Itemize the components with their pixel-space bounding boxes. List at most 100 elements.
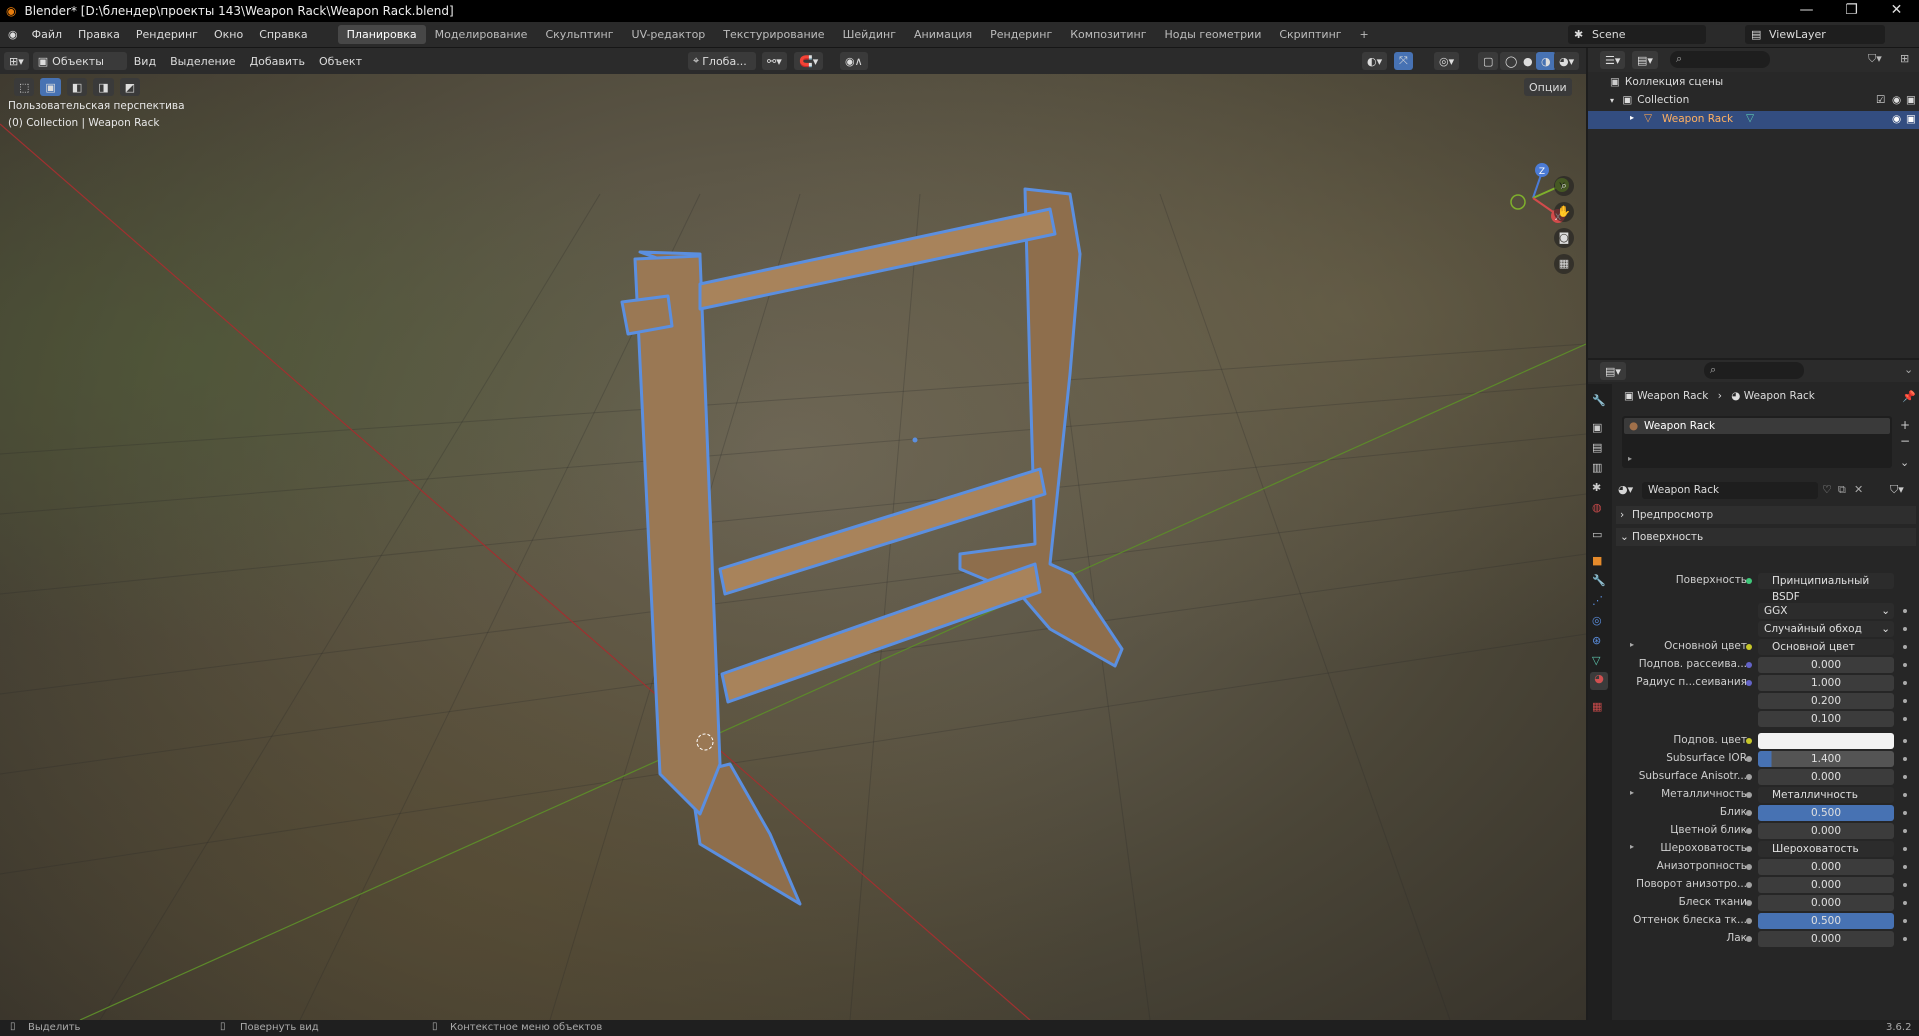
properties-editor-type-icon[interactable]: ▤▾ [1600, 362, 1626, 380]
shader-input-field[interactable]: 0.000 [1758, 657, 1894, 673]
keyframe-dot[interactable] [1903, 937, 1907, 941]
shader-input-field[interactable]: 0.000 [1758, 769, 1894, 785]
keyframe-dot[interactable] [1903, 627, 1907, 631]
zoom-icon[interactable]: ⌕ [1554, 176, 1574, 196]
visibility-icon[interactable]: ◐▾ [1362, 52, 1388, 70]
socket-icon[interactable] [1746, 900, 1752, 906]
snap-icon[interactable]: 🧲▾ [794, 52, 824, 70]
select-intersect-icon[interactable]: ◩ [119, 78, 141, 96]
select-tool-icon[interactable]: ⬚ [14, 78, 35, 96]
camera-icon[interactable]: ◙ [1554, 228, 1574, 248]
keyframe-dot[interactable] [1903, 883, 1907, 887]
tab-texture-paint[interactable]: Текстурирование [714, 25, 833, 44]
menu-select[interactable]: Выделение [170, 55, 236, 68]
slot-specials-icon[interactable]: ⌄ [1900, 456, 1909, 469]
weapon-rack-row[interactable]: ▸ ▽ Weapon Rack ▽ ◉ ▣ [1588, 111, 1919, 129]
material-browse-icon[interactable]: ◕▾ [1618, 483, 1633, 496]
tab-animation[interactable]: Анимация [905, 25, 981, 44]
socket-icon[interactable] [1746, 918, 1752, 924]
proportional-edit-icon[interactable]: ◉∧ [840, 52, 868, 70]
shader-input-field[interactable]: 1.400 [1758, 751, 1894, 767]
preview-panel-header[interactable]: › Предпросмотр [1616, 506, 1916, 524]
collection-tab-icon[interactable]: ▭ [1592, 528, 1602, 541]
menu-window[interactable]: Окно [206, 28, 251, 41]
eye-icon[interactable]: ◉ [1892, 113, 1901, 125]
tab-rendering[interactable]: Рендеринг [981, 25, 1061, 44]
output-tab-icon[interactable]: ▤ [1592, 441, 1602, 454]
keyframe-dot[interactable] [1903, 699, 1907, 703]
orientation-selector[interactable]: ⌖ Глоба... [688, 52, 756, 70]
shader-input-field[interactable]: Металличность [1758, 787, 1894, 803]
object-tab-icon[interactable]: ■ [1592, 554, 1602, 567]
shader-input-field[interactable]: 0.500 [1758, 913, 1894, 929]
menu-help[interactable]: Справка [251, 28, 315, 41]
keyframe-dot[interactable] [1903, 757, 1907, 761]
socket-icon[interactable] [1746, 738, 1752, 744]
expand-arrow-icon[interactable]: ▾ [1610, 96, 1614, 105]
socket-icon[interactable] [1746, 792, 1752, 798]
display-mode-icon[interactable]: ▤▾ [1632, 51, 1658, 69]
socket-icon[interactable] [1746, 680, 1752, 686]
keyframe-dot[interactable] [1903, 919, 1907, 923]
world-tab-icon[interactable]: ◍ [1592, 501, 1602, 514]
surface-panel-header[interactable]: ⌄ Поверхность [1616, 528, 1916, 546]
tab-uv-editing[interactable]: UV-редактор [623, 25, 715, 44]
xray-icon[interactable]: ▢ [1478, 52, 1499, 70]
new-collection-icon[interactable]: ⊞ [1900, 52, 1909, 65]
expand-arrow-icon[interactable]: ▸ [1630, 842, 1634, 851]
expand-arrow-icon[interactable]: ▸ [1630, 113, 1634, 122]
socket-icon[interactable] [1746, 810, 1752, 816]
pan-hand-icon[interactable]: ✋ [1554, 202, 1574, 222]
socket-icon[interactable] [1746, 828, 1752, 834]
menu-add[interactable]: Добавить [250, 55, 305, 68]
select-subtract-icon[interactable]: ◨ [93, 78, 114, 96]
shader-input-field[interactable]: 0.100 [1758, 711, 1894, 727]
shading-material-icon[interactable]: ◑ [1536, 52, 1556, 70]
subsurface-method-dropdown[interactable]: Случайный обход ⌄ [1758, 621, 1894, 637]
socket-icon[interactable] [1746, 846, 1752, 852]
remove-slot-icon[interactable]: − [1900, 434, 1910, 448]
eye-icon[interactable]: ◉ [1892, 94, 1901, 106]
duplicate-icon[interactable]: ⧉ [1838, 483, 1846, 497]
ortho-grid-icon[interactable]: ▦ [1554, 254, 1574, 274]
socket-icon[interactable] [1746, 662, 1752, 668]
add-slot-icon[interactable]: + [1900, 418, 1910, 432]
keyframe-dot[interactable] [1903, 717, 1907, 721]
shader-input-field[interactable]: 0.000 [1758, 877, 1894, 893]
keyframe-dot[interactable] [1903, 775, 1907, 779]
menu-object[interactable]: Объект [319, 55, 362, 68]
keyframe-dot[interactable] [1903, 847, 1907, 851]
filter-icon[interactable]: ⛉▾ [1868, 52, 1882, 66]
shader-input-field[interactable]: 0.000 [1758, 859, 1894, 875]
menu-view[interactable]: Вид [134, 55, 156, 68]
fake-user-icon[interactable]: ♡ [1822, 483, 1832, 496]
socket-icon[interactable] [1746, 644, 1752, 650]
tab-scripting[interactable]: Скриптинг [1270, 25, 1350, 44]
unlink-icon[interactable]: ✕ [1854, 483, 1863, 496]
keyframe-dot[interactable] [1903, 739, 1907, 743]
shader-input-field[interactable]: Шероховатость [1758, 841, 1894, 857]
keyframe-dot[interactable] [1903, 793, 1907, 797]
socket-icon[interactable] [1746, 864, 1752, 870]
add-workspace-button[interactable]: + [1351, 25, 1378, 44]
blender-menu-icon[interactable]: ◉ [8, 28, 18, 41]
shader-input-field[interactable]: Основной цвет [1758, 639, 1894, 655]
tab-compositing[interactable]: Композитинг [1061, 25, 1155, 44]
render-tab-icon[interactable]: ▣ [1592, 421, 1602, 434]
distribution-dropdown[interactable]: GGX ⌄ [1758, 603, 1894, 619]
expand-arrow-icon[interactable]: ▸ [1630, 788, 1634, 797]
view-layer-tab-icon[interactable]: ▥ [1592, 461, 1602, 474]
maximize-button[interactable]: ❐ [1829, 0, 1874, 22]
shading-solid-icon[interactable]: ● [1518, 52, 1538, 70]
select-new-icon[interactable]: ▣ [40, 78, 61, 96]
pivot-icon[interactable]: ⚯▾ [762, 52, 787, 70]
chevron-down-icon[interactable]: ⌄ [1904, 363, 1913, 376]
keyframe-dot[interactable] [1903, 609, 1907, 613]
properties-search-input[interactable]: ⌕ [1704, 362, 1804, 379]
tab-layout[interactable]: Планировка [337, 25, 426, 44]
menu-edit[interactable]: Правка [70, 28, 128, 41]
tab-modeling[interactable]: Моделирование [426, 25, 537, 44]
select-extend-icon[interactable]: ◧ [66, 78, 88, 96]
material-name-field[interactable]: Weapon Rack [1642, 482, 1818, 499]
menu-file[interactable]: Файл [24, 28, 70, 41]
